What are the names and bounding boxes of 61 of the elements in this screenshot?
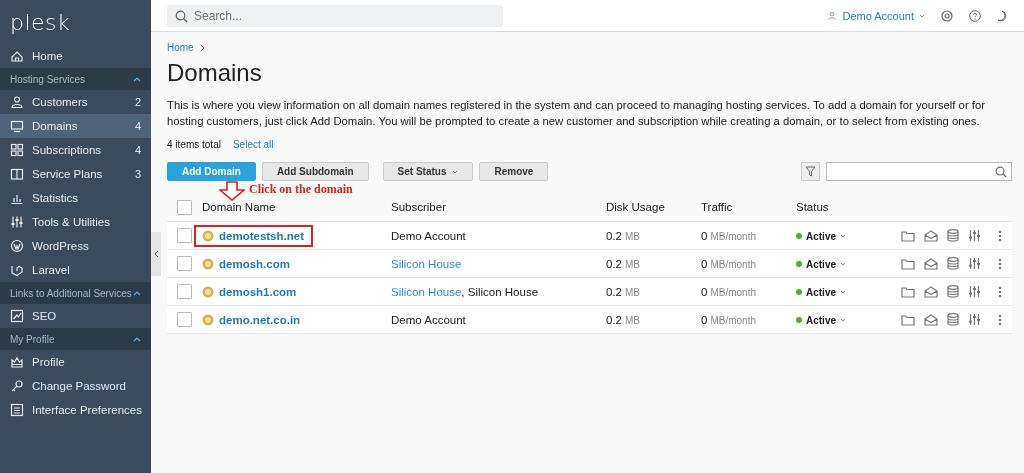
column-header[interactable]: Traffic [701, 201, 733, 213]
page-title: Domains [167, 59, 263, 87]
status-dropdown[interactable]: Active [796, 314, 846, 326]
status-dropdown[interactable]: Active [796, 286, 846, 298]
unit-label: MB [625, 286, 640, 298]
nav-item[interactable]: WordPress [0, 234, 151, 258]
domain-link[interactable]: demotestsh.net [219, 229, 304, 242]
nav-item[interactable]: Service Plans 3 [0, 162, 151, 186]
nav-item[interactable]: Profile [0, 350, 151, 374]
column-header[interactable]: Disk Usage [606, 201, 665, 213]
nav-item[interactable]: Statistics [0, 186, 151, 210]
disk-usage: 0.2 [606, 313, 622, 326]
column-header[interactable]: Domain Name [202, 201, 276, 213]
domain-link[interactable]: demosh.com [219, 257, 290, 270]
items-count: 4 items total [167, 139, 221, 150]
unit-label: MB/month [710, 258, 756, 270]
unit-label: MB [625, 314, 640, 326]
unit-label: MB [625, 230, 640, 242]
subscriber-link[interactable]: Silicon House [391, 257, 462, 270]
column-header[interactable]: Subscriber [391, 201, 446, 213]
nav-item[interactable]: Tools & Utilities [0, 210, 151, 234]
search-field[interactable]: Search... [167, 4, 503, 27]
subscriber-name: , Silicon House [461, 285, 539, 298]
disk-usage: 0.2 [606, 229, 622, 242]
unit-label: MB/month [710, 286, 756, 298]
nav-item[interactable]: Laravel [0, 258, 151, 282]
annotation-text: Click on the domain [249, 182, 353, 197]
traffic-value: 0 [701, 257, 708, 270]
status-dropdown[interactable]: Active [796, 258, 846, 270]
page-description: This is where you view information on all domain names registered in the system and can proceed to managing hosting services. To add a domain for yourself or for hosting customers, just click Add Domain. You will be prompted to create a new customer and subscription while creating a domain, or to select from existing ones. [167, 98, 986, 129]
unit-label: MB/month [710, 230, 756, 242]
disk-usage: 0.2 [606, 285, 622, 298]
domain-link[interactable]: demo.net.co.in [219, 313, 301, 326]
section-header[interactable]: My Profile [0, 328, 151, 350]
traffic-value: 0 [701, 285, 708, 298]
account-menu[interactable]: Demo Account [827, 9, 925, 22]
nav-item[interactable]: SEO [0, 304, 151, 328]
select-all-link[interactable]: Select all [232, 139, 274, 150]
nav-item[interactable]: Customers 2 [0, 90, 151, 114]
logo[interactable]: plesk [10, 10, 71, 35]
section-header[interactable]: Links to Additional Services [0, 282, 151, 304]
nav-item[interactable]: Interface Preferences [0, 398, 151, 422]
nav-item[interactable]: Subscriptions 4 [0, 138, 151, 162]
column-header[interactable]: Status [796, 201, 829, 213]
nav-item[interactable]: Domains 4 [0, 114, 151, 138]
unit-label: MB [625, 258, 640, 270]
toolbar-button[interactable]: Remove [479, 162, 549, 181]
section-header[interactable]: Hosting Services [0, 68, 151, 90]
disk-usage: 0.2 [606, 257, 622, 270]
traffic-value: 0 [701, 313, 708, 326]
toolbar-button[interactable]: Add Subdomain [261, 162, 369, 181]
traffic-value: 0 [701, 229, 708, 242]
nav-item[interactable]: Home [0, 44, 151, 68]
unit-label: MB/month [710, 314, 756, 326]
status-dropdown[interactable]: Active [796, 230, 846, 242]
subscriber-name: Demo Account [391, 229, 466, 242]
subscriber-name: Demo Account [391, 313, 466, 326]
dropdown-button[interactable]: Set Status [382, 162, 474, 181]
domain-link[interactable]: demosh1.com [219, 285, 297, 298]
breadcrumb-link[interactable]: Home [167, 42, 194, 53]
nav-item[interactable]: Change Password [0, 374, 151, 398]
